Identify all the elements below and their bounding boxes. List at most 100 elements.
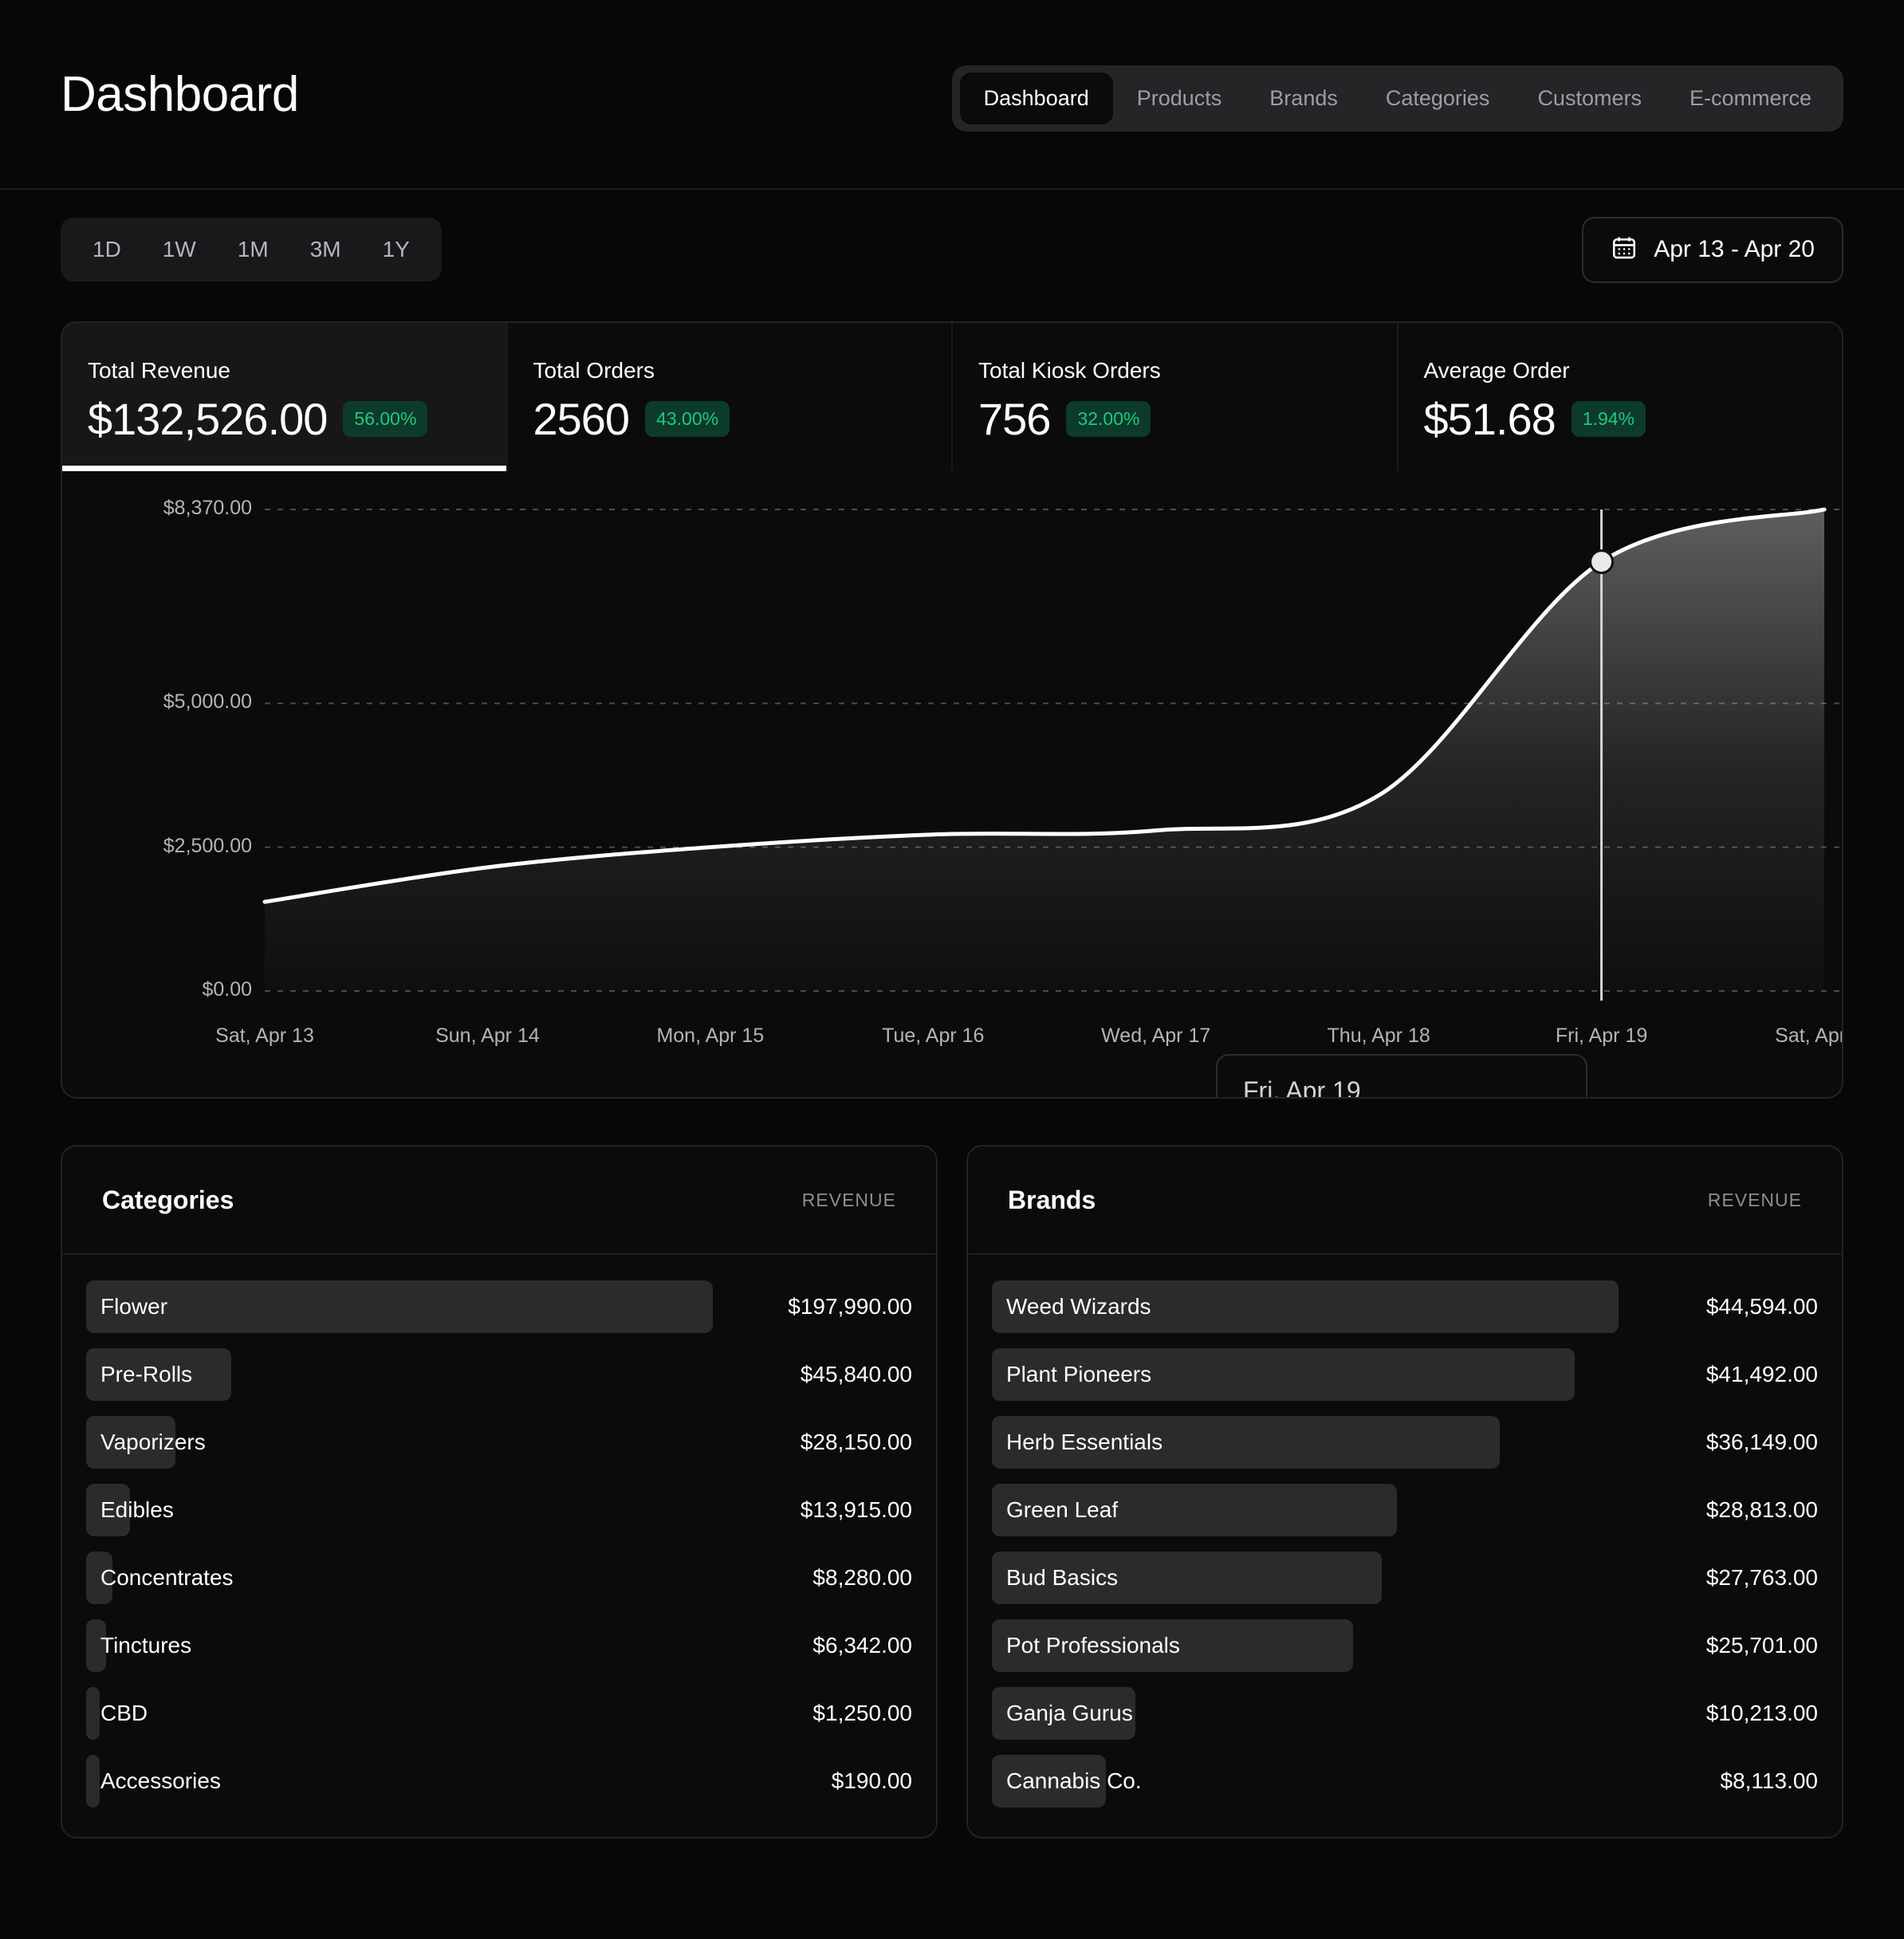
revenue-bar-track: Herb Essentials xyxy=(992,1415,1619,1469)
range-button-1w[interactable]: 1W xyxy=(142,227,217,272)
y-axis-tick: $8,370.00 xyxy=(163,497,252,519)
kpi-value: 2560 xyxy=(533,394,631,444)
revenue-bar-track: Concentrates xyxy=(86,1551,713,1604)
revenue-bar-track: Flower xyxy=(86,1280,713,1333)
kpi-label: Average Order xyxy=(1423,358,1570,383)
date-range-picker[interactable]: Apr 13 - Apr 20 xyxy=(1582,216,1843,283)
nav-tab-label: Products xyxy=(1136,86,1222,110)
row-value: $8,280.00 xyxy=(812,1564,912,1590)
kpi-card-total-revenue[interactable]: Total Revenue $132,526.00 56.00% xyxy=(62,323,508,471)
kpi-change-badge: 43.00% xyxy=(645,401,730,437)
row-value: $28,813.00 xyxy=(1705,1497,1818,1522)
revenue-bar-track: Accessories xyxy=(86,1754,713,1807)
table-row[interactable]: Bud Basics $27,763.00 xyxy=(992,1544,1818,1611)
y-axis-tick: $0.00 xyxy=(202,978,252,1001)
table-row[interactable]: Pot Professionals $25,701.00 xyxy=(992,1611,1818,1679)
row-value: $1,250.00 xyxy=(812,1700,912,1725)
x-axis-tick: Sat, Apr 13 xyxy=(215,1025,314,1047)
revenue-bar-fill xyxy=(86,1754,100,1807)
brands-panel: Brands REVENUE Weed Wizards $44,594.00 Pla… xyxy=(966,1145,1843,1839)
nav-tab-customers[interactable]: Customers xyxy=(1513,73,1666,124)
revenue-bar-track: Cannabis Co. xyxy=(992,1754,1619,1807)
nav-tab-products[interactable]: Products xyxy=(1113,73,1246,124)
revenue-bar-track: Bud Basics xyxy=(992,1551,1619,1604)
row-value: $6,342.00 xyxy=(812,1632,912,1658)
table-row[interactable]: Tinctures $6,342.00 xyxy=(86,1611,912,1679)
brands-panel-title: Brands xyxy=(1008,1185,1096,1214)
nav-tab-categories[interactable]: Categories xyxy=(1362,73,1514,124)
revenue-bar-fill xyxy=(86,1280,713,1333)
row-value: $27,763.00 xyxy=(1705,1564,1818,1590)
table-row[interactable]: Pre-Rolls $45,840.00 xyxy=(86,1340,912,1408)
row-label: Cannabis Co. xyxy=(1006,1768,1142,1793)
kpi-label: Total Revenue xyxy=(88,358,231,383)
kpi-card-average-order[interactable]: Average Order $51.68 1.94% xyxy=(1398,323,1843,471)
row-label: Edibles xyxy=(100,1497,174,1522)
table-row[interactable]: Herb Essentials $36,149.00 xyxy=(992,1408,1818,1476)
kpi-value: 756 xyxy=(978,394,1051,444)
table-row[interactable]: Accessories $190.00 xyxy=(86,1747,912,1815)
revenue-chart-card: Total Revenue $132,526.00 56.00% Total Orde… xyxy=(61,321,1843,1099)
app-header: Dashboard Dashboard Products Brands Categor… xyxy=(0,0,1904,190)
y-axis-tick: $2,500.00 xyxy=(163,834,252,857)
x-axis-tick: Thu, Apr 18 xyxy=(1327,1025,1430,1047)
table-row[interactable]: Cannabis Co. $8,113.00 xyxy=(992,1747,1818,1815)
kpi-label: Total Orders xyxy=(533,358,655,383)
revenue-bar-track: Edibles xyxy=(86,1483,713,1536)
kpi-card-total-kiosk-orders[interactable]: Total Kiosk Orders 756 32.00% xyxy=(953,323,1398,471)
row-label: Bud Basics xyxy=(1006,1564,1119,1590)
kpi-stats-row: Total Revenue $132,526.00 56.00% Total Orde… xyxy=(62,323,1842,471)
nav-tab-label: Customers xyxy=(1537,86,1642,110)
x-axis-tick: Fri, Apr 19 xyxy=(1555,1025,1648,1047)
row-label: Concentrates xyxy=(100,1564,234,1590)
row-value: $44,594.00 xyxy=(1705,1293,1818,1319)
range-button-1y[interactable]: 1Y xyxy=(362,227,431,272)
row-label: Flower xyxy=(100,1293,168,1319)
table-row[interactable]: Plant Pioneers $41,492.00 xyxy=(992,1340,1818,1408)
nav-tab-label: Brands xyxy=(1269,86,1338,110)
nav-tab-brands[interactable]: Brands xyxy=(1245,73,1362,124)
revenue-bar-track: Pre-Rolls xyxy=(86,1347,713,1401)
row-value: $8,113.00 xyxy=(1720,1768,1819,1793)
kpi-card-total-orders[interactable]: Total Orders 2560 43.00% xyxy=(508,323,953,471)
table-row[interactable]: Flower $197,990.00 xyxy=(86,1272,912,1340)
row-value: $25,701.00 xyxy=(1705,1632,1818,1658)
row-label: Green Leaf xyxy=(1006,1497,1119,1522)
nav-tab-label: Dashboard xyxy=(983,86,1089,110)
row-value: $190.00 xyxy=(831,1768,912,1793)
x-axis-tick: Mon, Apr 15 xyxy=(656,1025,765,1047)
categories-metric-header: REVENUE xyxy=(801,1189,896,1210)
row-label: Pre-Rolls xyxy=(100,1361,193,1386)
brands-metric-header: REVENUE xyxy=(1707,1189,1802,1210)
revenue-bar-track: Tinctures xyxy=(86,1618,713,1672)
row-value: $45,840.00 xyxy=(800,1361,912,1386)
range-button-1d[interactable]: 1D xyxy=(72,227,142,272)
chart-tooltip: Fri, Apr 19 Revenue $7,461.00 xyxy=(1216,1054,1587,1097)
revenue-bar-track: Plant Pioneers xyxy=(992,1347,1619,1401)
table-row[interactable]: Edibles $13,915.00 xyxy=(86,1476,912,1544)
range-button-3m[interactable]: 3M xyxy=(289,227,362,272)
kpi-change-badge: 32.00% xyxy=(1066,401,1151,437)
table-row[interactable]: Green Leaf $28,813.00 xyxy=(992,1476,1818,1544)
table-row[interactable]: CBD $1,250.00 xyxy=(86,1679,912,1747)
nav-tab-dashboard[interactable]: Dashboard xyxy=(959,73,1113,124)
time-range-selector[interactable]: 1D 1W 1M 3M 1Y xyxy=(61,218,442,281)
nav-tab-e-commerce[interactable]: E-commerce xyxy=(1666,73,1835,124)
row-value: $197,990.00 xyxy=(788,1293,912,1319)
table-row[interactable]: Concentrates $8,280.00 xyxy=(86,1544,912,1611)
x-axis-tick: Sun, Apr 14 xyxy=(435,1025,540,1047)
table-row[interactable]: Weed Wizards $44,594.00 xyxy=(992,1272,1818,1340)
kpi-value: $132,526.00 xyxy=(88,394,328,444)
range-button-1m[interactable]: 1M xyxy=(217,227,289,272)
x-axis-tick: Sat, Apr 20 xyxy=(1775,1025,1843,1047)
table-row[interactable]: Ganja Gurus $10,213.00 xyxy=(992,1679,1818,1747)
row-value: $28,150.00 xyxy=(800,1429,912,1454)
revenue-plot[interactable]: $8,370.00 $5,000.00 $2,500.00 $0.00 Sat, Ap… xyxy=(62,471,1843,1097)
row-label: Weed Wizards xyxy=(1006,1293,1151,1319)
table-row[interactable]: Vaporizers $28,150.00 xyxy=(86,1408,912,1476)
breakdown-panels: Categories REVENUE Flower $197,990.00 Pre-… xyxy=(61,1145,1843,1839)
revenue-bar-track: Green Leaf xyxy=(992,1483,1619,1536)
revenue-bar-track: Weed Wizards xyxy=(992,1280,1619,1333)
row-value: $10,213.00 xyxy=(1705,1700,1818,1725)
page-title: Dashboard xyxy=(61,66,299,122)
